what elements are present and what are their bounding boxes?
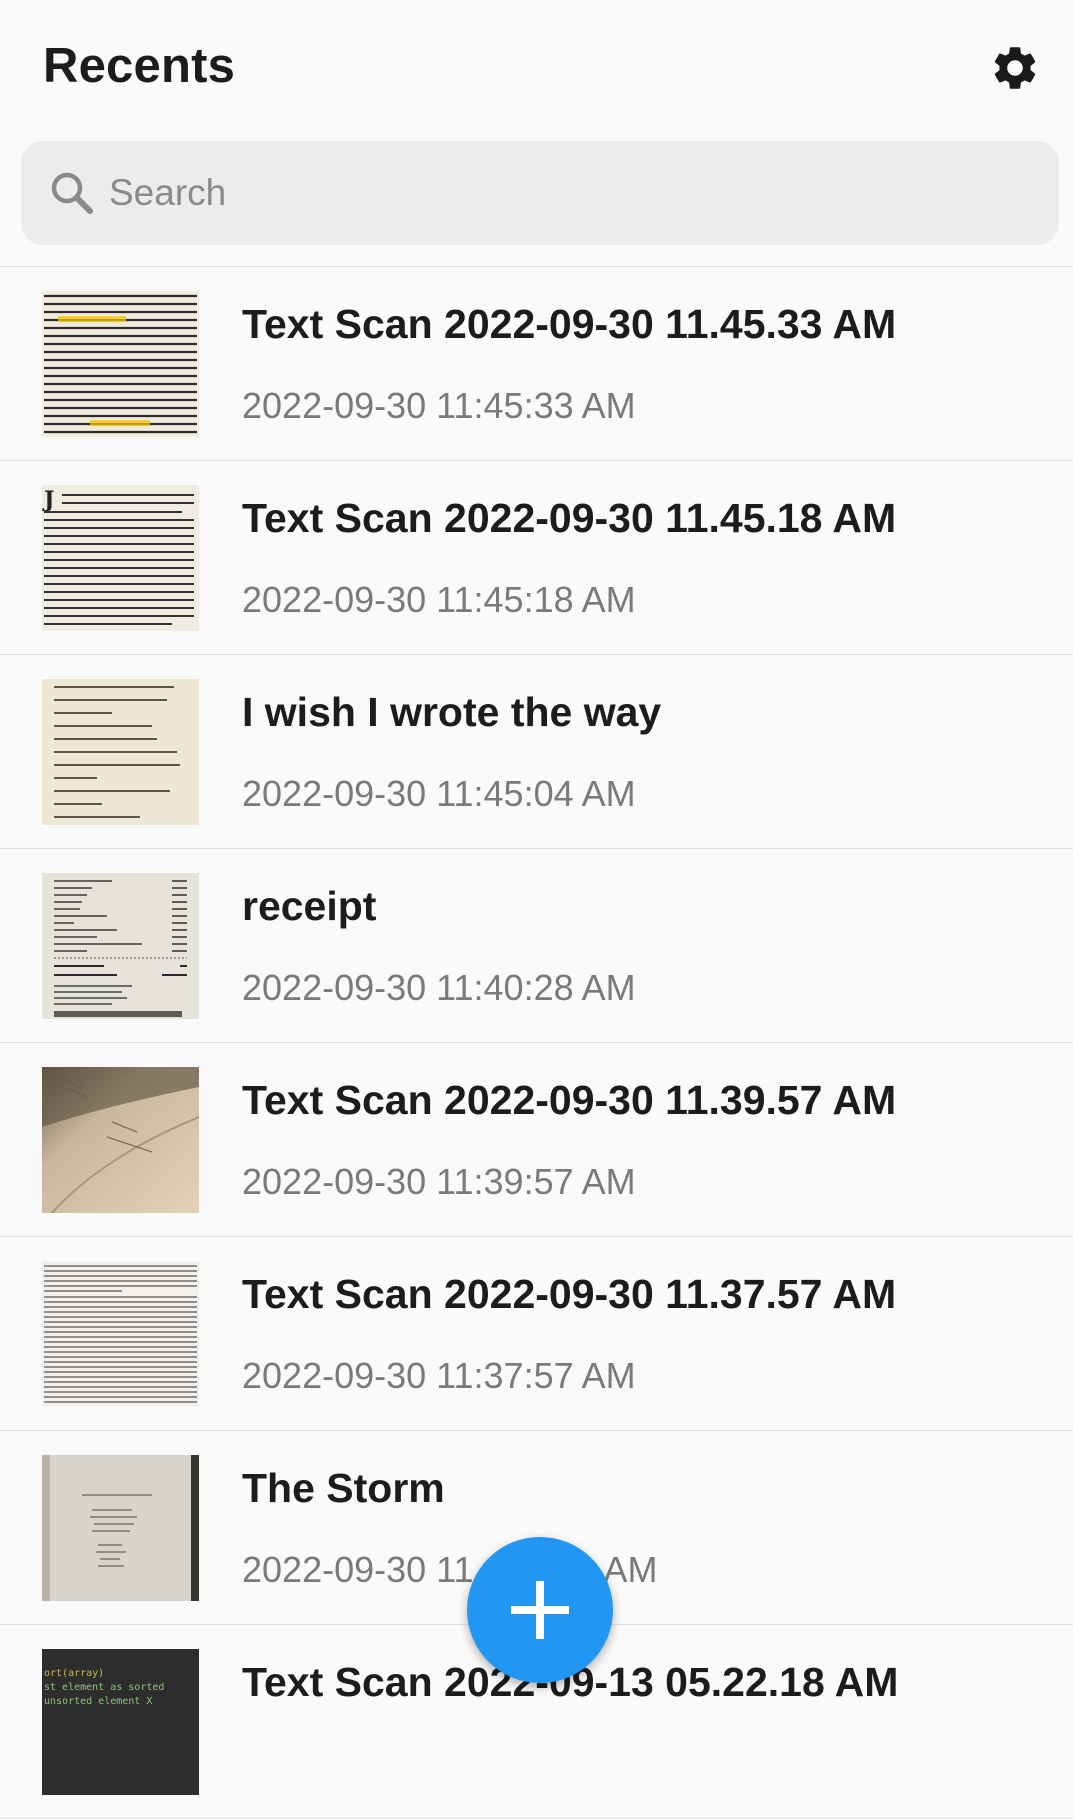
list-item[interactable]: Text Scan 2022-09-30 11.37.57 AM 2022-09…	[0, 1237, 1073, 1431]
list-item[interactable]: Text Scan 2022-09-30 11.39.57 AM 2022-09…	[0, 1043, 1073, 1237]
code-line: ort(array)	[44, 1668, 105, 1679]
settings-button[interactable]	[987, 40, 1043, 96]
search-input[interactable]	[107, 162, 1011, 224]
search-bar[interactable]	[21, 141, 1059, 245]
add-scan-button[interactable]	[467, 1537, 613, 1683]
thumbnail-image	[42, 1261, 199, 1407]
code-line: unsorted element X	[44, 1696, 153, 1707]
page-title: Recents	[43, 39, 236, 93]
search-icon	[47, 168, 97, 218]
item-date: 2022-09-30 11:45:33 AM	[242, 385, 636, 426]
item-title: The Storm	[242, 1465, 445, 1511]
item-date: 2022-09-30 11:45:04 AM	[242, 773, 636, 814]
item-date-start: 2022-09-30 11	[242, 1549, 474, 1590]
thumbnail-image: ort(array) st element as sorted unsorted…	[42, 1649, 199, 1795]
item-date: 2022-09-30 11:39:57 AM	[242, 1161, 636, 1202]
item-date: 2022-09-30 11:45:18 AM	[242, 579, 636, 620]
item-date: 2022-09-30 11:40:28 AM	[242, 967, 636, 1008]
item-title: receipt	[242, 883, 377, 929]
thumbnail-image	[42, 1067, 199, 1213]
list-item[interactable]: receipt 2022-09-30 11:40:28 AM	[0, 849, 1073, 1043]
item-title: I wish I wrote the way	[242, 689, 662, 735]
thumbnail-image	[42, 291, 199, 437]
svg-text:J: J	[42, 487, 54, 513]
item-date: 2022-09-30 11:37:57 AM	[242, 1355, 636, 1396]
plus-icon	[511, 1581, 569, 1639]
item-title: Text Scan 2022-09-30 11.45.18 AM	[242, 495, 897, 541]
item-title: Text Scan 2022-09-30 11.37.57 AM	[242, 1271, 897, 1317]
list-item[interactable]: I wish I wrote the way 2022-09-30 11:45:…	[0, 655, 1073, 849]
app-header: Recents	[0, 0, 1073, 140]
item-date-end: AM	[603, 1549, 658, 1590]
item-title: Text Scan 2022-09-30 11.45.33 AM	[242, 301, 897, 347]
list-item[interactable]: J Text Scan 2022-09-30 11.45.18 AM 2022-…	[0, 461, 1073, 655]
thumbnail-image	[42, 1455, 199, 1601]
code-line: st element as sorted	[44, 1682, 165, 1693]
thumbnail-image	[42, 873, 199, 1019]
thumbnail-image	[42, 679, 199, 825]
list-item[interactable]: Text Scan 2022-09-30 11.45.33 AM 2022-09…	[0, 267, 1073, 461]
thumbnail-image: J	[42, 485, 199, 631]
gear-icon	[994, 47, 1036, 89]
item-title: Text Scan 2022-09-30 11.39.57 AM	[242, 1077, 897, 1123]
